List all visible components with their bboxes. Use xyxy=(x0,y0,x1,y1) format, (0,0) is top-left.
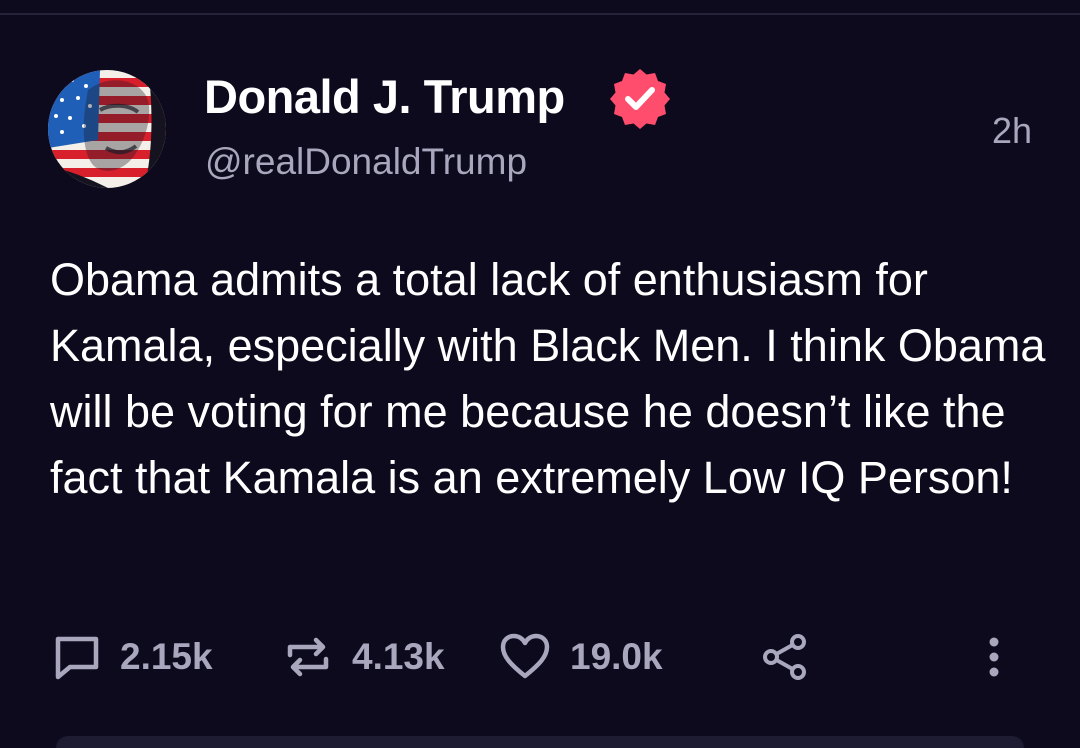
like-count: 19.0k xyxy=(570,636,663,677)
post-body-text: Obama admits a total lack of enthusiasm … xyxy=(50,254,1046,503)
repost-button[interactable]: 4.13k xyxy=(282,625,445,689)
repost-arrows-icon xyxy=(287,637,329,677)
vertical-ellipsis-icon xyxy=(989,637,999,677)
verified-badge-icon xyxy=(608,66,672,130)
share-nodes-icon xyxy=(763,634,806,680)
repost-count: 4.13k xyxy=(352,636,445,677)
share-button[interactable] xyxy=(760,625,812,689)
post-card: Donald J. Trump @realDonaldTrump 2h Obam… xyxy=(0,0,1080,743)
flag-portrait-avatar-icon xyxy=(48,70,166,188)
reply-count: 2.15k xyxy=(120,636,213,677)
speech-bubble-icon xyxy=(55,636,99,680)
author-display-name[interactable]: Donald J. Trump xyxy=(204,68,565,126)
heart-outline-icon xyxy=(500,633,550,679)
avatar[interactable] xyxy=(48,70,166,188)
author-handle[interactable]: @realDonaldTrump xyxy=(205,139,527,185)
post-timestamp[interactable]: 2h xyxy=(992,108,1032,154)
like-button[interactable]: 19.0k xyxy=(498,625,663,689)
more-options-button[interactable] xyxy=(968,625,1020,689)
next-card-edge xyxy=(56,736,1024,748)
reply-button[interactable]: 2.15k xyxy=(52,625,213,689)
